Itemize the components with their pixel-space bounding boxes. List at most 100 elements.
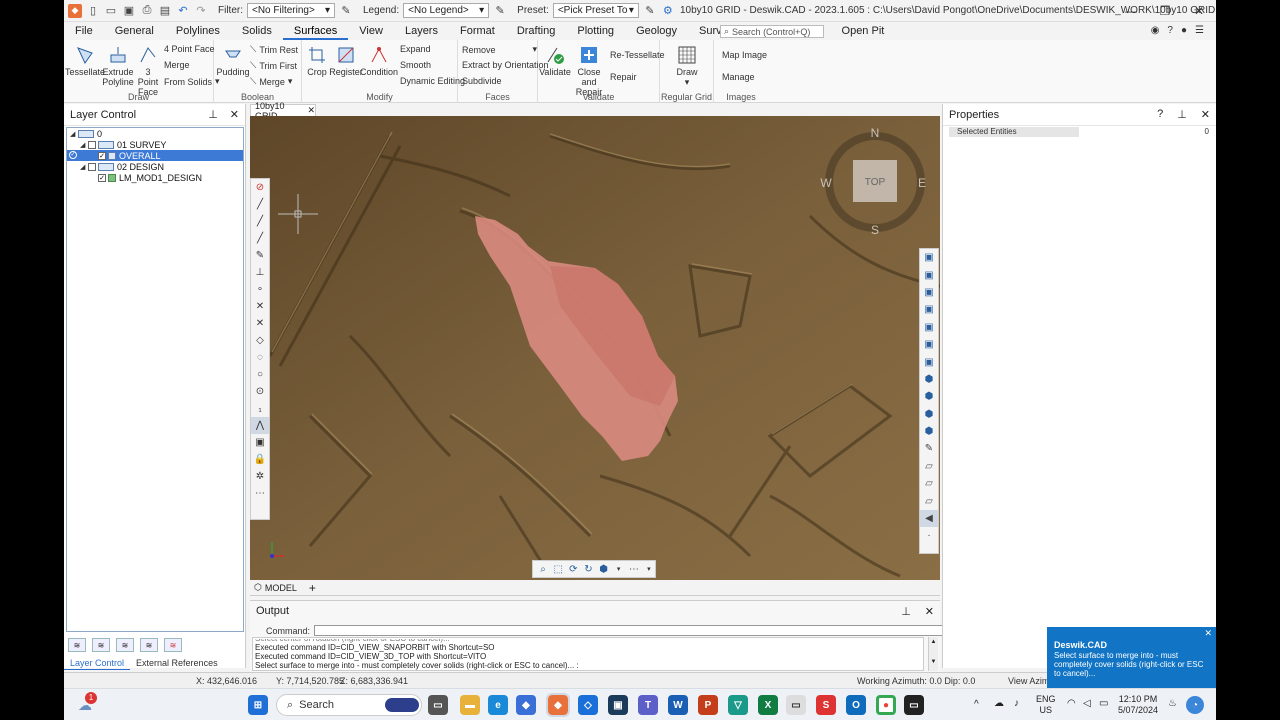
chevron-down-icon[interactable]: ▾ — [643, 563, 655, 576]
close-icon[interactable]: ✕ — [230, 108, 239, 121]
view-top-icon[interactable]: ▣ — [920, 319, 938, 336]
from-solids-button[interactable]: From Solids ▾ — [164, 76, 220, 87]
dynamic-editing-button[interactable]: Dynamic Editing — [400, 76, 465, 86]
circle-icon[interactable]: ○ — [251, 366, 269, 383]
trim-first-button[interactable]: ⟍ Trim First — [250, 60, 297, 71]
user-icon[interactable]: ● — [1181, 25, 1187, 36]
expand-arrow-icon[interactable]: ◢ — [70, 130, 78, 138]
pencil-icon[interactable]: ✎ — [493, 4, 507, 18]
help-icon[interactable]: ? — [1157, 108, 1163, 121]
layer-checkbox[interactable] — [88, 140, 96, 149]
view-bottom-icon[interactable]: ▣ — [920, 336, 938, 353]
online-icon[interactable]: ◉ — [1151, 25, 1160, 36]
app-teal-icon[interactable]: ▽ — [728, 695, 748, 715]
close-icon[interactable]: ✕ — [307, 105, 315, 116]
lock-icon[interactable]: 🔒 — [251, 451, 269, 468]
compass-east[interactable]: E — [918, 176, 926, 190]
terminal-icon[interactable]: ▭ — [904, 695, 924, 715]
close-icon[interactable]: ✕ — [1201, 108, 1210, 121]
tray-chevron-icon[interactable]: ^ — [974, 699, 979, 710]
shade-icon[interactable]: ⬢ — [598, 563, 610, 576]
zoom-window-icon[interactable]: ⬚ — [552, 563, 564, 576]
menu-solids[interactable]: Solids — [231, 22, 283, 40]
compass-west[interactable]: W — [820, 176, 832, 190]
notification-toast[interactable]: ✕ Deswik.CAD Select surface to merge int… — [1047, 627, 1216, 693]
three-point-face-button[interactable]: 3 Point Face — [134, 44, 162, 97]
layer-row-selected[interactable]: ✓ ✓ OVERALL — [67, 150, 243, 161]
retessellate-button[interactable]: Re-Tessellate — [610, 50, 665, 60]
four-point-face-button[interactable]: 4 Point Face — [164, 44, 215, 54]
preset-dropdown[interactable]: <Pick Preset To App...▾ — [552, 3, 639, 18]
subdivide-button[interactable]: Subdivide — [462, 76, 502, 86]
new-file-icon[interactable]: ▯ — [86, 4, 100, 18]
snap-x-icon[interactable]: ✲ — [251, 468, 269, 485]
compass-south[interactable]: S — [871, 223, 879, 237]
open-folder-icon[interactable]: ▭ — [104, 4, 118, 18]
chrome-icon[interactable]: ● — [876, 695, 896, 715]
bell-icon[interactable]: ♨ — [1168, 698, 1177, 709]
brush-icon[interactable]: ✎ — [251, 247, 269, 264]
close-icon[interactable]: ✕ — [925, 605, 934, 618]
copilot-icon[interactable]: ◔ — [1186, 696, 1204, 714]
layer-row[interactable]: ◢ 01 SURVEY — [67, 139, 243, 150]
log-scrollbar[interactable]: ▲ ▼ — [928, 637, 938, 671]
microphone-icon[interactable]: ♪ — [1014, 698, 1019, 709]
line-icon[interactable]: ╱ — [251, 196, 269, 213]
language-indicator[interactable]: ENG US — [1036, 694, 1056, 716]
pen-icon[interactable]: ✎ — [920, 440, 938, 457]
word-icon[interactable]: W — [668, 695, 688, 715]
arc-polyline-icon[interactable]: ╱ — [251, 230, 269, 247]
menu-format[interactable]: Format — [449, 22, 506, 40]
extract-orientation-button[interactable]: Extract by Orientation — [462, 60, 549, 70]
intersect-icon[interactable]: ✕ — [251, 298, 269, 315]
print-preview-icon[interactable]: ▤ — [158, 4, 172, 18]
collapse-icon[interactable]: ◀ — [920, 509, 938, 528]
edge-icon[interactable]: e — [488, 695, 508, 715]
expand-arrow-icon[interactable]: ◢ — [80, 163, 88, 171]
minimize-icon[interactable]: — — [1114, 0, 1148, 22]
view-cube-4-icon[interactable]: ⬢ — [920, 423, 938, 440]
point-icon[interactable]: ∘ — [251, 281, 269, 298]
crop-button[interactable]: Crop — [304, 44, 330, 77]
pencil-icon[interactable]: ✎ — [643, 4, 657, 18]
layer-checkbox[interactable]: ✓ — [98, 173, 106, 182]
layer-tool-icon[interactable]: ≋ — [140, 638, 158, 652]
menu-layers[interactable]: Layers — [394, 22, 449, 40]
app-icon[interactable]: ◆ — [516, 695, 536, 715]
start-icon[interactable]: ⊞ — [248, 695, 268, 715]
validate-button[interactable]: Validate — [539, 44, 571, 77]
volume-icon[interactable]: ◁ — [1083, 698, 1091, 709]
menu-polylines[interactable]: Polylines — [165, 22, 231, 40]
pin-icon[interactable]: ⊥ — [208, 108, 218, 121]
layer-row[interactable]: ◢ 02 DESIGN — [67, 161, 243, 172]
remove-button[interactable]: Remove ▾ — [462, 44, 537, 55]
app-light-icon[interactable]: ▭ — [786, 695, 806, 715]
app-dark-icon[interactable]: ▣ — [608, 695, 628, 715]
visible-check-icon[interactable]: ✓ — [69, 151, 77, 159]
menu-plotting[interactable]: Plotting — [566, 22, 625, 40]
view-iso-icon[interactable]: ▣ — [920, 353, 938, 370]
pencil-icon[interactable]: ✎ — [339, 4, 353, 18]
smooth-button[interactable]: Smooth — [400, 60, 431, 70]
close-icon[interactable]: ✕ — [1204, 629, 1212, 638]
view-cube-1-icon[interactable]: ⬢ — [920, 371, 938, 388]
save-icon[interactable]: ▣ — [122, 4, 136, 18]
snap-box-icon[interactable]: ▣ — [251, 434, 269, 451]
view-front-icon[interactable]: ▣ — [920, 249, 938, 266]
taskbar-search[interactable]: ⌕ Search — [276, 694, 422, 716]
layer-row[interactable]: ◢ 0 — [67, 128, 243, 139]
teams-icon[interactable]: T — [638, 695, 658, 715]
view-cube-top-label[interactable]: TOP — [865, 177, 886, 188]
view-cube-3-icon[interactable]: ⬢ — [920, 406, 938, 423]
file-explorer-icon[interactable]: ▬ — [460, 695, 480, 715]
diamond-icon[interactable]: ◇ — [251, 332, 269, 349]
legend-dropdown[interactable]: <No Legend> ▾ — [403, 3, 490, 18]
view-cube-2-icon[interactable]: ⬢ — [920, 388, 938, 405]
redo-icon[interactable]: ↷ — [194, 4, 208, 18]
menu-general[interactable]: General — [104, 22, 165, 40]
outlook-icon[interactable]: O — [846, 695, 866, 715]
close-icon[interactable]: ✕ — [1182, 0, 1216, 22]
extrude-polyline-button[interactable]: Extrude Polyline — [102, 44, 134, 87]
plane-2-icon[interactable]: ▱ — [920, 475, 938, 492]
cross-icon[interactable]: ✕ — [251, 315, 269, 332]
